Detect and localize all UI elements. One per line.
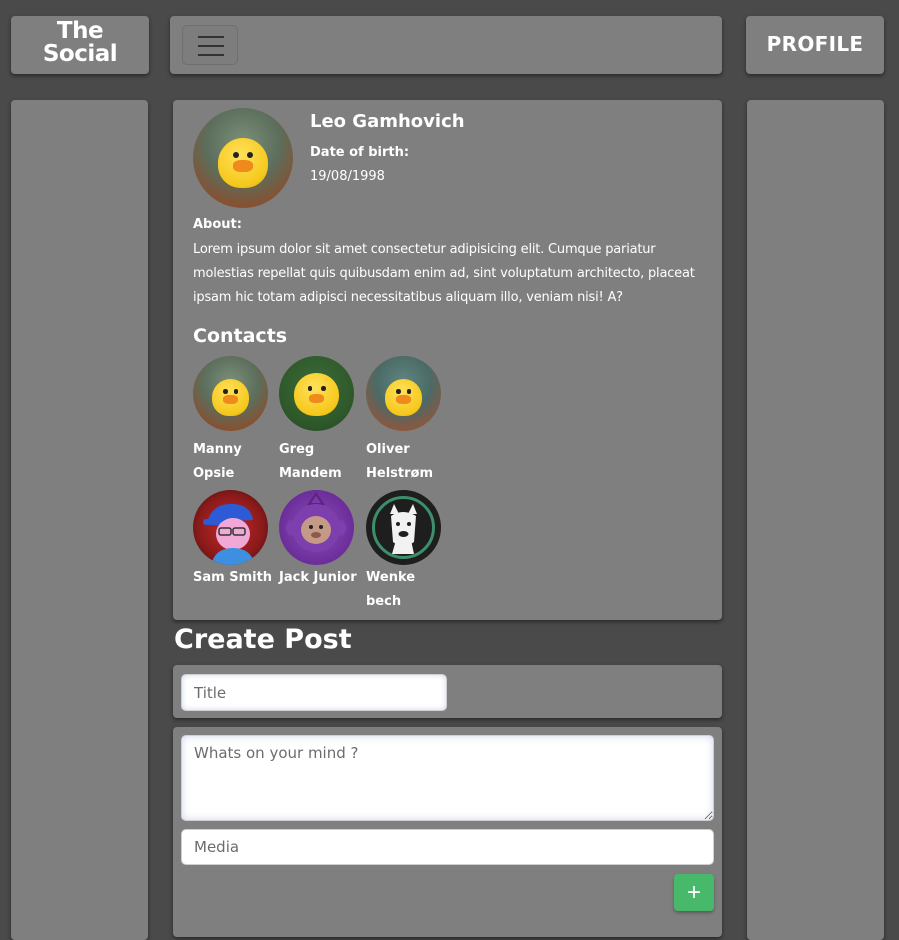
contact-name: Oliver Helstrøm [366, 442, 433, 481]
profile-button[interactable]: PROFILE [746, 16, 884, 74]
about-text: Lorem ipsum dolor sit amet consectetur a… [193, 242, 695, 305]
profile-label: PROFILE [766, 32, 864, 56]
contact-name: Wenke bech [366, 570, 416, 609]
teletubby-avatar-icon [279, 490, 354, 565]
hamburger-icon-bar [198, 45, 224, 47]
hamburger-icon-bar [198, 54, 224, 56]
contact-name: Manny Opsie [193, 442, 242, 481]
title-input[interactable] [181, 674, 447, 711]
logo[interactable]: The Social [11, 16, 149, 74]
dob-label: Date of birth: [310, 145, 410, 160]
hamburger-icon [198, 36, 224, 38]
profile-name: Leo Gamhovich [310, 111, 465, 132]
profile-card: Leo Gamhovich Date of birth: 19/08/1998 … [173, 100, 722, 620]
contacts-title: Contacts [193, 325, 288, 347]
right-sidebar [747, 100, 884, 940]
duck-avatar-icon [366, 356, 441, 431]
profile-avatar [193, 108, 293, 208]
about-label: About: [193, 217, 242, 232]
create-post-title: Create Post [174, 624, 352, 655]
dob-value: 19/08/1998 [310, 169, 385, 184]
hamburger-menu-button[interactable] [182, 25, 238, 65]
title-panel [173, 665, 722, 718]
duck-avatar-icon [193, 356, 268, 431]
post-body-textarea[interactable] [181, 735, 714, 821]
post-panel: + [173, 727, 722, 937]
media-input[interactable] [181, 829, 714, 865]
add-post-button[interactable]: + [674, 874, 714, 911]
contact-name: Sam Smith [193, 570, 273, 585]
llama-avatar-icon [366, 490, 441, 565]
logo-line-1: The [56, 18, 104, 44]
logo-text: The Social [11, 20, 149, 66]
navbar [170, 16, 722, 74]
duck-avatar-icon [279, 356, 354, 431]
left-sidebar [11, 100, 148, 940]
cartoon-avatar-icon [193, 490, 268, 565]
logo-line-2: Social [42, 41, 118, 67]
contact-name: Greg Mandem [279, 442, 342, 481]
contact-name: Jack Junior [279, 570, 357, 585]
